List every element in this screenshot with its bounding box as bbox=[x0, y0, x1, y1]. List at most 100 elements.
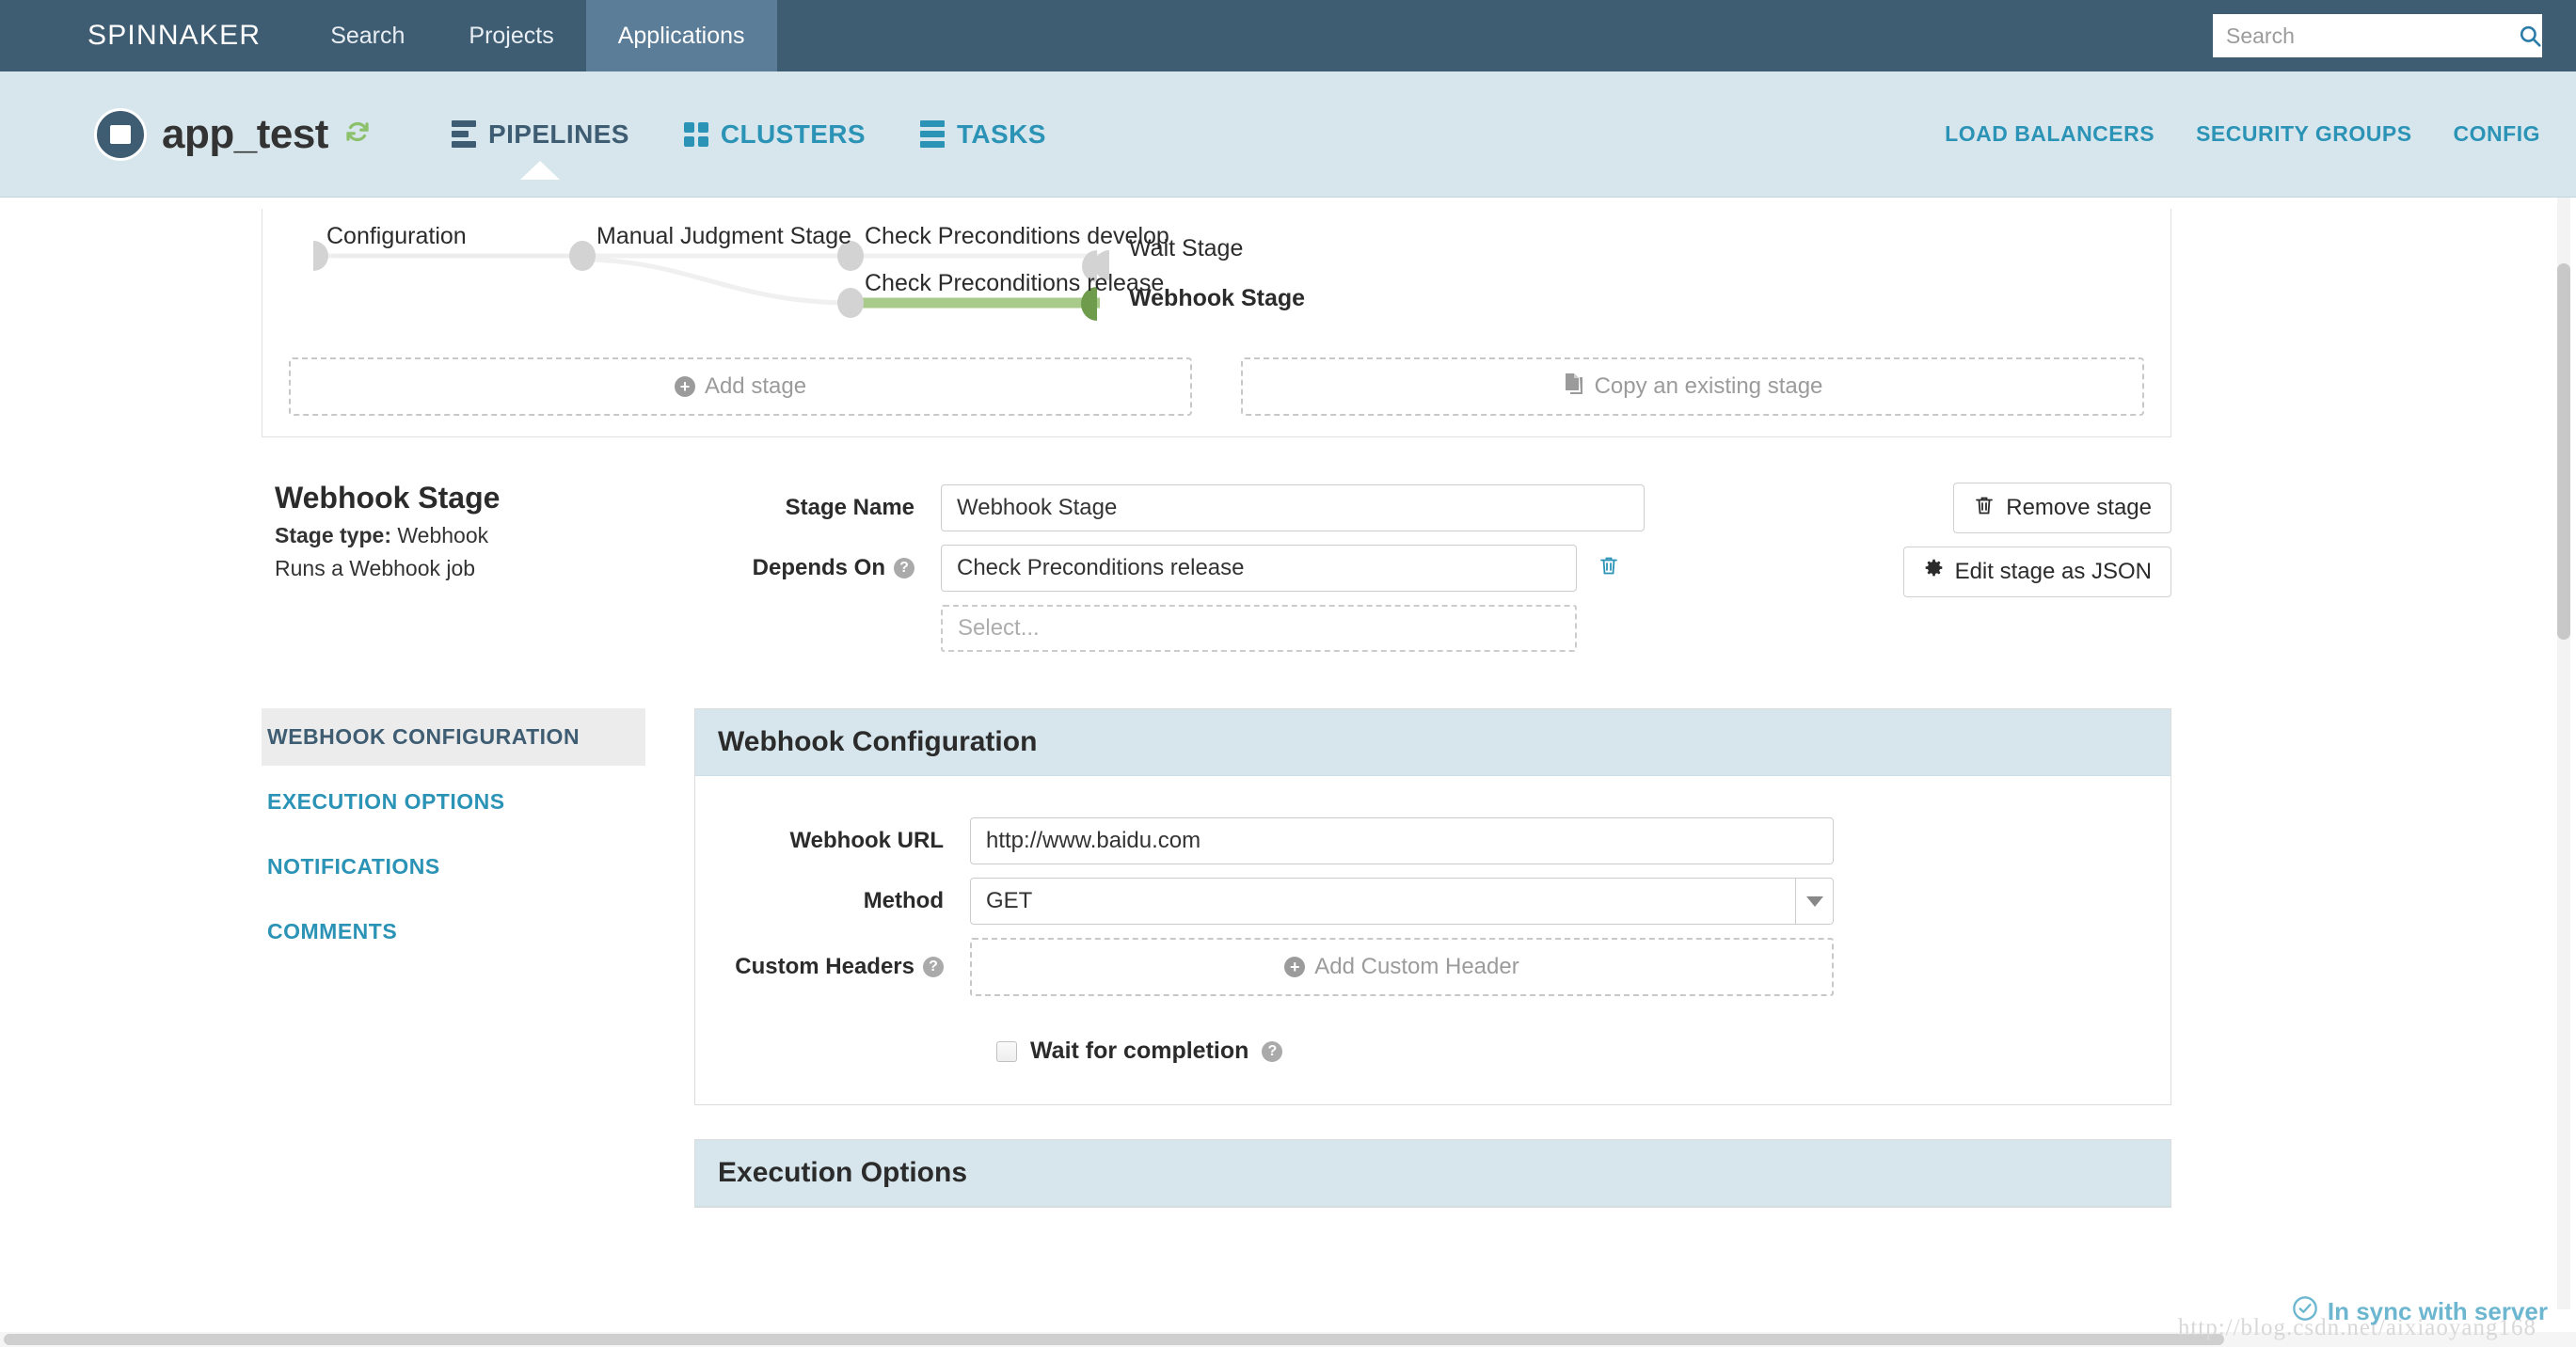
topnav-item-projects[interactable]: Projects bbox=[437, 0, 585, 71]
global-search-input[interactable] bbox=[2213, 14, 2518, 57]
webhook-configuration-panel-body: Webhook URL Method Custom Headers bbox=[695, 776, 2171, 1104]
stage-actions-row: + Add stage Copy an existing stage bbox=[289, 357, 2144, 416]
webhook-method-label: Method bbox=[863, 888, 944, 913]
appnav-label-clusters: CLUSTERS bbox=[720, 119, 866, 149]
webhook-configuration-panel-title: Webhook Configuration bbox=[695, 709, 2171, 776]
top-navigation-bar: SPINNAKER Search Projects Applications bbox=[0, 0, 2576, 71]
stage-form: Stage Name Depends On ? Select... bbox=[694, 481, 1861, 665]
tasks-icon bbox=[919, 120, 945, 148]
wait-for-completion-row: Wait for completion ? bbox=[724, 1038, 2142, 1065]
depends-on-input[interactable] bbox=[941, 545, 1577, 592]
help-icon[interactable]: ? bbox=[923, 957, 944, 977]
appnav-item-tasks[interactable]: TASKS bbox=[919, 119, 1046, 150]
stage-node-webhook-stage[interactable]: Webhook Stage bbox=[1129, 285, 1305, 312]
depends-on-row: Depends On ? bbox=[694, 545, 1861, 592]
topnav-item-search[interactable]: Search bbox=[298, 0, 437, 71]
application-logo-icon bbox=[94, 107, 147, 161]
check-circle-icon bbox=[2292, 1295, 2318, 1328]
edit-json-label: Edit stage as JSON bbox=[1954, 559, 2152, 584]
depends-on-label: Depends On ? bbox=[694, 555, 941, 581]
add-custom-header-button[interactable]: + Add Custom Header bbox=[970, 938, 1834, 996]
depends-on-select[interactable]: Select... bbox=[941, 605, 1577, 652]
brand-logo[interactable]: SPINNAKER bbox=[0, 0, 298, 71]
refresh-icon[interactable] bbox=[343, 118, 372, 151]
stage-name-row: Stage Name bbox=[694, 484, 1861, 531]
copy-icon bbox=[1563, 372, 1585, 403]
add-custom-header-label: Add Custom Header bbox=[1314, 954, 1519, 979]
stage-config-panes: Webhook Configuration Webhook URL Method bbox=[694, 708, 2171, 1242]
tab-webhook-configuration[interactable]: WEBHOOK CONFIGURATION bbox=[262, 708, 645, 766]
remove-stage-button[interactable]: Remove stage bbox=[1953, 483, 2171, 533]
copy-stage-label: Copy an existing stage bbox=[1594, 373, 1823, 399]
chevron-down-icon[interactable] bbox=[1795, 879, 1833, 924]
search-icon[interactable] bbox=[2518, 24, 2542, 48]
link-config[interactable]: CONFIG bbox=[2454, 121, 2540, 147]
trash-icon bbox=[1973, 494, 1996, 523]
webhook-configuration-panel: Webhook Configuration Webhook URL Method bbox=[694, 708, 2171, 1105]
stage-type-row: Stage type: Webhook bbox=[275, 523, 694, 548]
stage-node-manual-judgment[interactable]: Manual Judgment Stage bbox=[596, 223, 851, 250]
plus-circle-icon: + bbox=[1284, 957, 1306, 977]
trash-icon[interactable] bbox=[1598, 554, 1620, 583]
webhook-url-label: Webhook URL bbox=[789, 828, 944, 853]
stage-node-check-preconditions-develop[interactable]: Check Preconditions develop bbox=[865, 223, 1169, 250]
stage-name-label: Stage Name bbox=[785, 495, 914, 520]
status-text: In sync with server bbox=[2327, 1297, 2548, 1325]
link-security-groups[interactable]: SECURITY GROUPS bbox=[2196, 121, 2411, 147]
edit-stage-as-json-button[interactable]: Edit stage as JSON bbox=[1902, 547, 2171, 597]
link-load-balancers[interactable]: LOAD BALANCERS bbox=[1945, 121, 2155, 147]
main-content: Configuration Manual Judgment Stage Chec… bbox=[0, 198, 2576, 1347]
wait-for-completion-checkbox[interactable] bbox=[996, 1040, 1017, 1062]
topnav-item-applications[interactable]: Applications bbox=[585, 0, 777, 71]
stage-node-check-preconditions-release[interactable]: Check Preconditions release bbox=[865, 270, 1164, 297]
copy-existing-stage-button[interactable]: Copy an existing stage bbox=[1241, 357, 2144, 416]
global-search[interactable] bbox=[2213, 14, 2542, 57]
appnav-item-pipelines[interactable]: PIPELINES bbox=[452, 119, 629, 180]
help-icon[interactable]: ? bbox=[1262, 1040, 1283, 1062]
vertical-scrollbar-thumb[interactable] bbox=[2557, 263, 2570, 640]
depends-on-label-text: Depends On bbox=[752, 555, 885, 580]
tab-notifications[interactable]: NOTIFICATIONS bbox=[262, 838, 645, 895]
add-stage-button[interactable]: + Add stage bbox=[289, 357, 1192, 416]
stage-detail-header: Webhook Stage Stage type: Webhook Runs a… bbox=[262, 437, 2171, 665]
execution-options-panel: Execution Options bbox=[694, 1139, 2171, 1208]
content-top-edge bbox=[0, 198, 2576, 209]
pipeline-stage-graph: Configuration Manual Judgment Stage Chec… bbox=[289, 198, 2144, 357]
status-bar: In sync with server bbox=[2292, 1295, 2548, 1328]
custom-headers-row: Custom Headers ? + Add Custom Header bbox=[724, 938, 2142, 996]
remove-stage-label: Remove stage bbox=[2006, 495, 2152, 520]
application-nav: PIPELINES CLUSTERS TASKS bbox=[452, 119, 1046, 180]
stage-title: Webhook Stage bbox=[275, 481, 501, 515]
pipeline-graph-edges bbox=[313, 241, 1109, 321]
add-stage-label: Add stage bbox=[704, 373, 807, 399]
stage-description: Runs a Webhook job bbox=[275, 556, 476, 580]
webhook-method-row: Method bbox=[724, 878, 2142, 925]
execution-options-panel-title: Execution Options bbox=[695, 1140, 2171, 1207]
appnav-item-clusters[interactable]: CLUSTERS bbox=[683, 119, 866, 150]
stage-type-value: Webhook bbox=[397, 523, 489, 547]
webhook-method-select[interactable] bbox=[970, 878, 1834, 925]
webhook-method-value[interactable] bbox=[970, 878, 1834, 925]
stage-name-input[interactable] bbox=[941, 484, 1645, 531]
appnav-label-tasks: TASKS bbox=[956, 119, 1046, 149]
help-icon[interactable]: ? bbox=[894, 558, 914, 578]
active-tab-caret-icon bbox=[520, 160, 561, 180]
stage-action-buttons: Remove stage Edit stage as JSON bbox=[1861, 481, 2171, 665]
depends-on-select-row: Select... bbox=[694, 605, 1861, 652]
webhook-url-row: Webhook URL bbox=[724, 817, 2142, 864]
clusters-icon bbox=[683, 121, 708, 147]
plus-circle-icon: + bbox=[674, 376, 695, 397]
stage-node-configuration[interactable]: Configuration bbox=[326, 223, 467, 250]
stage-config-body: WEBHOOK CONFIGURATION EXECUTION OPTIONS … bbox=[262, 708, 2171, 1242]
tab-comments[interactable]: COMMENTS bbox=[262, 903, 645, 960]
pipeline-graph-card: Configuration Manual Judgment Stage Chec… bbox=[262, 198, 2171, 437]
custom-headers-label-text: Custom Headers bbox=[735, 954, 914, 979]
application-name: app_test bbox=[162, 110, 328, 157]
tab-execution-options[interactable]: EXECUTION OPTIONS bbox=[262, 773, 645, 831]
pipelines-icon bbox=[452, 120, 476, 148]
wait-for-completion-label[interactable]: Wait for completion bbox=[1030, 1038, 1248, 1065]
application-identity: app_test bbox=[0, 107, 452, 161]
webhook-url-input[interactable] bbox=[970, 817, 1834, 864]
stage-node-wait-stage[interactable]: Wait Stage bbox=[1129, 235, 1243, 262]
horizontal-scrollbar-thumb[interactable] bbox=[4, 1334, 2224, 1345]
